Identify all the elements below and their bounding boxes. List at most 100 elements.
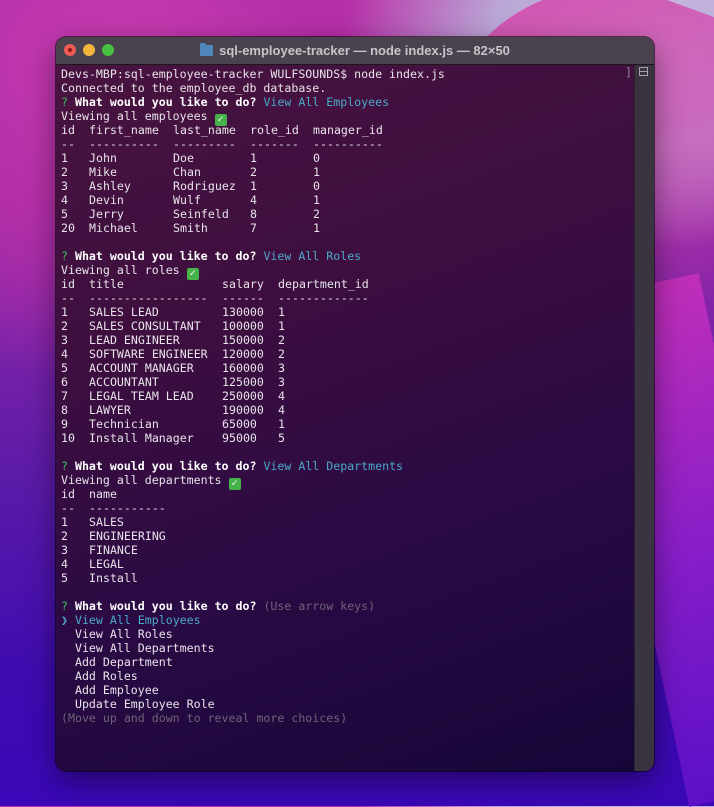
table-cell: 1 <box>250 179 257 193</box>
scrollbar[interactable] <box>634 65 654 771</box>
table-cell: Technician <box>89 417 159 431</box>
table-cell: 4 <box>61 347 68 361</box>
table-cell: 2 <box>250 165 257 179</box>
table-cell: 95000 <box>222 431 257 445</box>
table-cell: 4 <box>61 557 68 571</box>
prompt-symbol: ? <box>61 459 75 473</box>
departments-table-row: 5 Install <box>61 571 634 585</box>
table-cell: 250000 <box>222 389 264 403</box>
table-cell: ---------- <box>89 137 159 151</box>
table-cell: 4 <box>61 193 68 207</box>
status-message: Viewing all departments <box>61 473 229 487</box>
status-line: Viewing all departments ✓ <box>61 473 634 490</box>
roles-table-row: 8 LAWYER 190000 4 <box>61 403 634 417</box>
menu-item-label: View All Employees <box>74 613 201 627</box>
title-bar[interactable]: sql-employee-tracker — node index.js — 8… <box>56 37 654 65</box>
terminal-output[interactable]: Devs-MBP:sql-employee-tracker WULFSOUNDS… <box>56 65 634 771</box>
prompt-line: ? What would you like to do? View All Em… <box>61 95 634 109</box>
employees-table-row: 4 Devin Wulf 4 1 <box>61 193 634 207</box>
table-cell: Install <box>89 571 138 585</box>
roles-table-header-row: id title salary department_id <box>61 277 634 291</box>
table-cell: 130000 <box>222 305 264 319</box>
table-cell: 3 <box>278 375 285 389</box>
prompt-line: ? What would you like to do? View All Ro… <box>61 249 634 263</box>
table-cell: 65000 <box>222 417 257 431</box>
table-cell: 2 <box>61 319 68 333</box>
table-cell: Seinfeld <box>173 207 229 221</box>
table-cell: id <box>61 487 75 501</box>
status-line: Viewing all employees ✓ <box>61 109 634 126</box>
departments-table-row: 2 ENGINEERING <box>61 529 634 543</box>
window-title: sql-employee-tracker — node index.js — 8… <box>200 43 510 58</box>
table-cell: -- <box>61 137 75 151</box>
table-cell: id <box>61 277 75 291</box>
table-cell: Chan <box>173 165 201 179</box>
table-cell: 5 <box>61 207 68 221</box>
menu-item[interactable]: ❯ View All Employees <box>61 613 634 627</box>
table-cell: 1 <box>61 305 68 319</box>
table-cell: 0 <box>313 179 320 193</box>
departments-table-row: 4 LEGAL <box>61 557 634 571</box>
table-cell: id <box>61 123 75 137</box>
folder-icon <box>200 43 214 56</box>
table-cell: ------------- <box>278 291 369 305</box>
maximize-button[interactable] <box>102 44 114 56</box>
table-cell: last_name <box>173 123 236 137</box>
close-button[interactable] <box>64 44 76 56</box>
table-cell: department_id <box>278 277 369 291</box>
table-cell: -- <box>61 291 75 305</box>
table-cell: 4 <box>250 193 257 207</box>
departments-table-header-row: id name <box>61 487 634 501</box>
table-cell: -- <box>61 501 75 515</box>
menu-item[interactable]: Update Employee Role <box>61 697 634 711</box>
table-cell: Mike <box>89 165 117 179</box>
menu-item[interactable]: Add Roles <box>61 669 634 683</box>
table-cell: salary <box>222 277 264 291</box>
table-cell: 6 <box>61 375 68 389</box>
menu-item[interactable]: View All Departments <box>61 641 634 655</box>
table-cell: 1 <box>61 151 68 165</box>
bracket-marker: ] <box>625 65 632 79</box>
prompt-symbol: ? <box>61 599 75 613</box>
table-cell: 2 <box>61 165 68 179</box>
table-cell: manager_id <box>313 123 383 137</box>
table-cell: 1 <box>278 305 285 319</box>
table-cell: SOFTWARE ENGINEER <box>89 347 208 361</box>
table-cell: John <box>89 151 117 165</box>
prompt-question: What would you like to do? <box>74 95 264 109</box>
table-cell: LAWYER <box>89 403 131 417</box>
prompt-question: What would you like to do? <box>74 249 264 263</box>
table-cell: 2 <box>313 207 320 221</box>
table-cell: Ashley <box>89 179 131 193</box>
table-cell: 7 <box>250 221 257 235</box>
window-controls <box>64 44 114 56</box>
departments-table-row: 1 SALES <box>61 515 634 529</box>
menu-item[interactable]: View All Roles <box>61 627 634 641</box>
terminal-window: sql-employee-tracker — node index.js — 8… <box>56 37 654 771</box>
split-pane-icon[interactable] <box>639 67 648 76</box>
roles-table-row: 2 SALES CONSULTANT 100000 1 <box>61 319 634 333</box>
employees-table-row: 3 Ashley Rodriguez 1 0 <box>61 179 634 193</box>
table-cell: 10 <box>61 431 75 445</box>
employees-table-row: 2 Mike Chan 2 1 <box>61 165 634 179</box>
menu-item[interactable]: Add Department <box>61 655 634 669</box>
prompt-answer: View All Employees <box>263 95 390 109</box>
table-cell: 5 <box>278 431 285 445</box>
menu-footer-hint: (Move up and down to reveal more choices… <box>61 711 348 725</box>
employees-table-header-row: id first_name last_name role_id manager_id <box>61 123 634 137</box>
table-cell: 3 <box>278 361 285 375</box>
table-cell: 1 <box>313 165 320 179</box>
menu-item[interactable]: Add Employee <box>61 683 634 697</box>
table-cell: name <box>89 487 117 501</box>
table-cell: 1 <box>313 193 320 207</box>
prompt-line: ? What would you like to do? (Use arrow … <box>61 599 634 613</box>
connected-message: Connected to the employee_db database. <box>61 81 327 95</box>
table-cell: 120000 <box>222 347 264 361</box>
departments-table-separator-row: -- ----------- <box>61 501 634 515</box>
minimize-button[interactable] <box>83 44 95 56</box>
pointer-icon: ❯ <box>61 613 75 627</box>
employees-table-row: 1 John Doe 1 0 <box>61 151 634 165</box>
roles-table-row: 10 Install Manager 95000 5 <box>61 431 634 445</box>
table-cell: 5 <box>61 361 68 375</box>
